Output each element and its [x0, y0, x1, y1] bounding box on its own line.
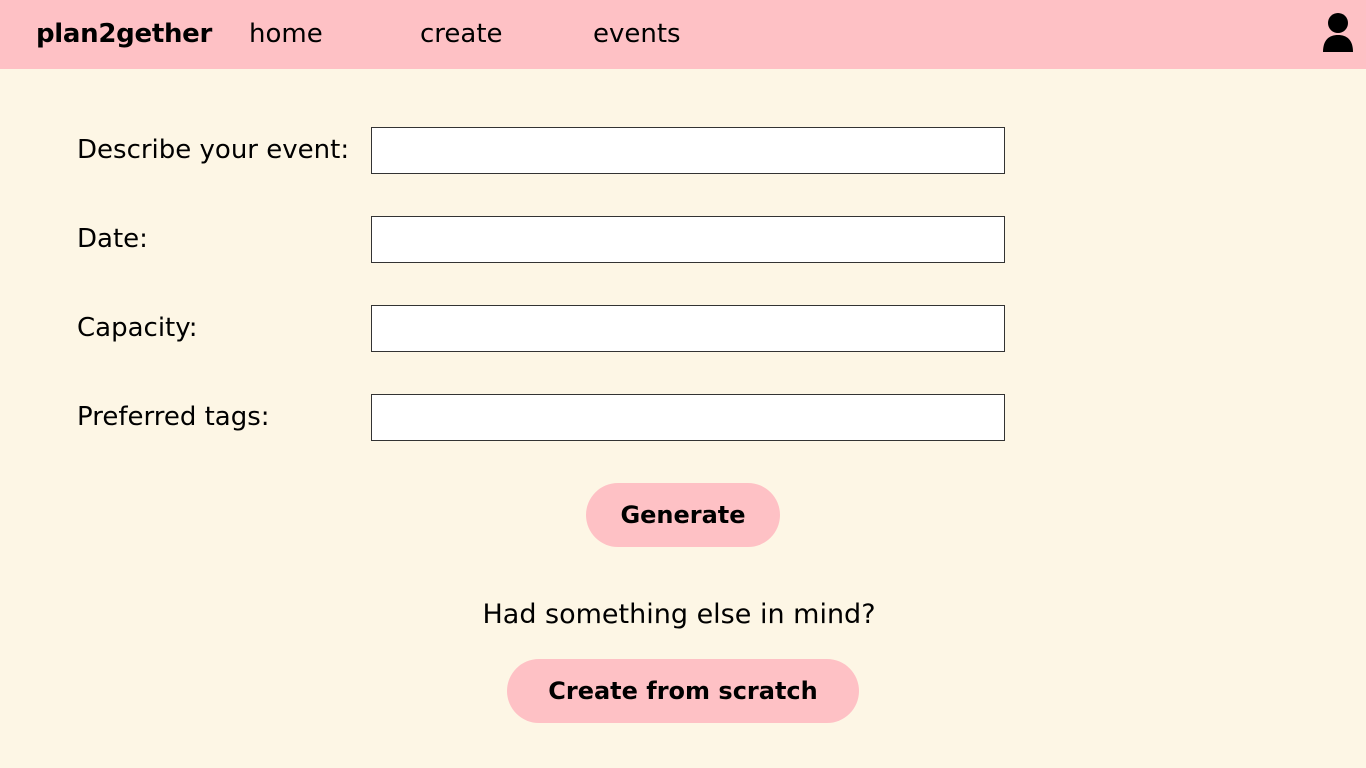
capacity-label: Capacity: — [77, 313, 198, 343]
alternative-prompt-text: Had something else in mind? — [482, 599, 876, 630]
brand-logo[interactable]: plan2gether — [36, 17, 212, 51]
nav-link-create[interactable]: create — [420, 17, 503, 51]
describe-event-label: Describe your event: — [77, 135, 350, 165]
date-label: Date: — [77, 224, 148, 254]
user-profile-button[interactable] — [1321, 12, 1355, 54]
top-navbar: plan2gether home create events — [0, 0, 1366, 69]
user-icon — [1323, 13, 1353, 52]
generate-button[interactable]: Generate — [586, 483, 780, 547]
preferred-tags-input[interactable] — [371, 394, 1005, 441]
preferred-tags-label: Preferred tags: — [77, 402, 270, 432]
create-from-scratch-button[interactable]: Create from scratch — [507, 659, 859, 723]
capacity-input[interactable] — [371, 305, 1005, 352]
nav-link-home[interactable]: home — [249, 17, 323, 51]
nav-link-events[interactable]: events — [593, 17, 681, 51]
describe-event-input[interactable] — [371, 127, 1005, 174]
date-input[interactable] — [371, 216, 1005, 263]
